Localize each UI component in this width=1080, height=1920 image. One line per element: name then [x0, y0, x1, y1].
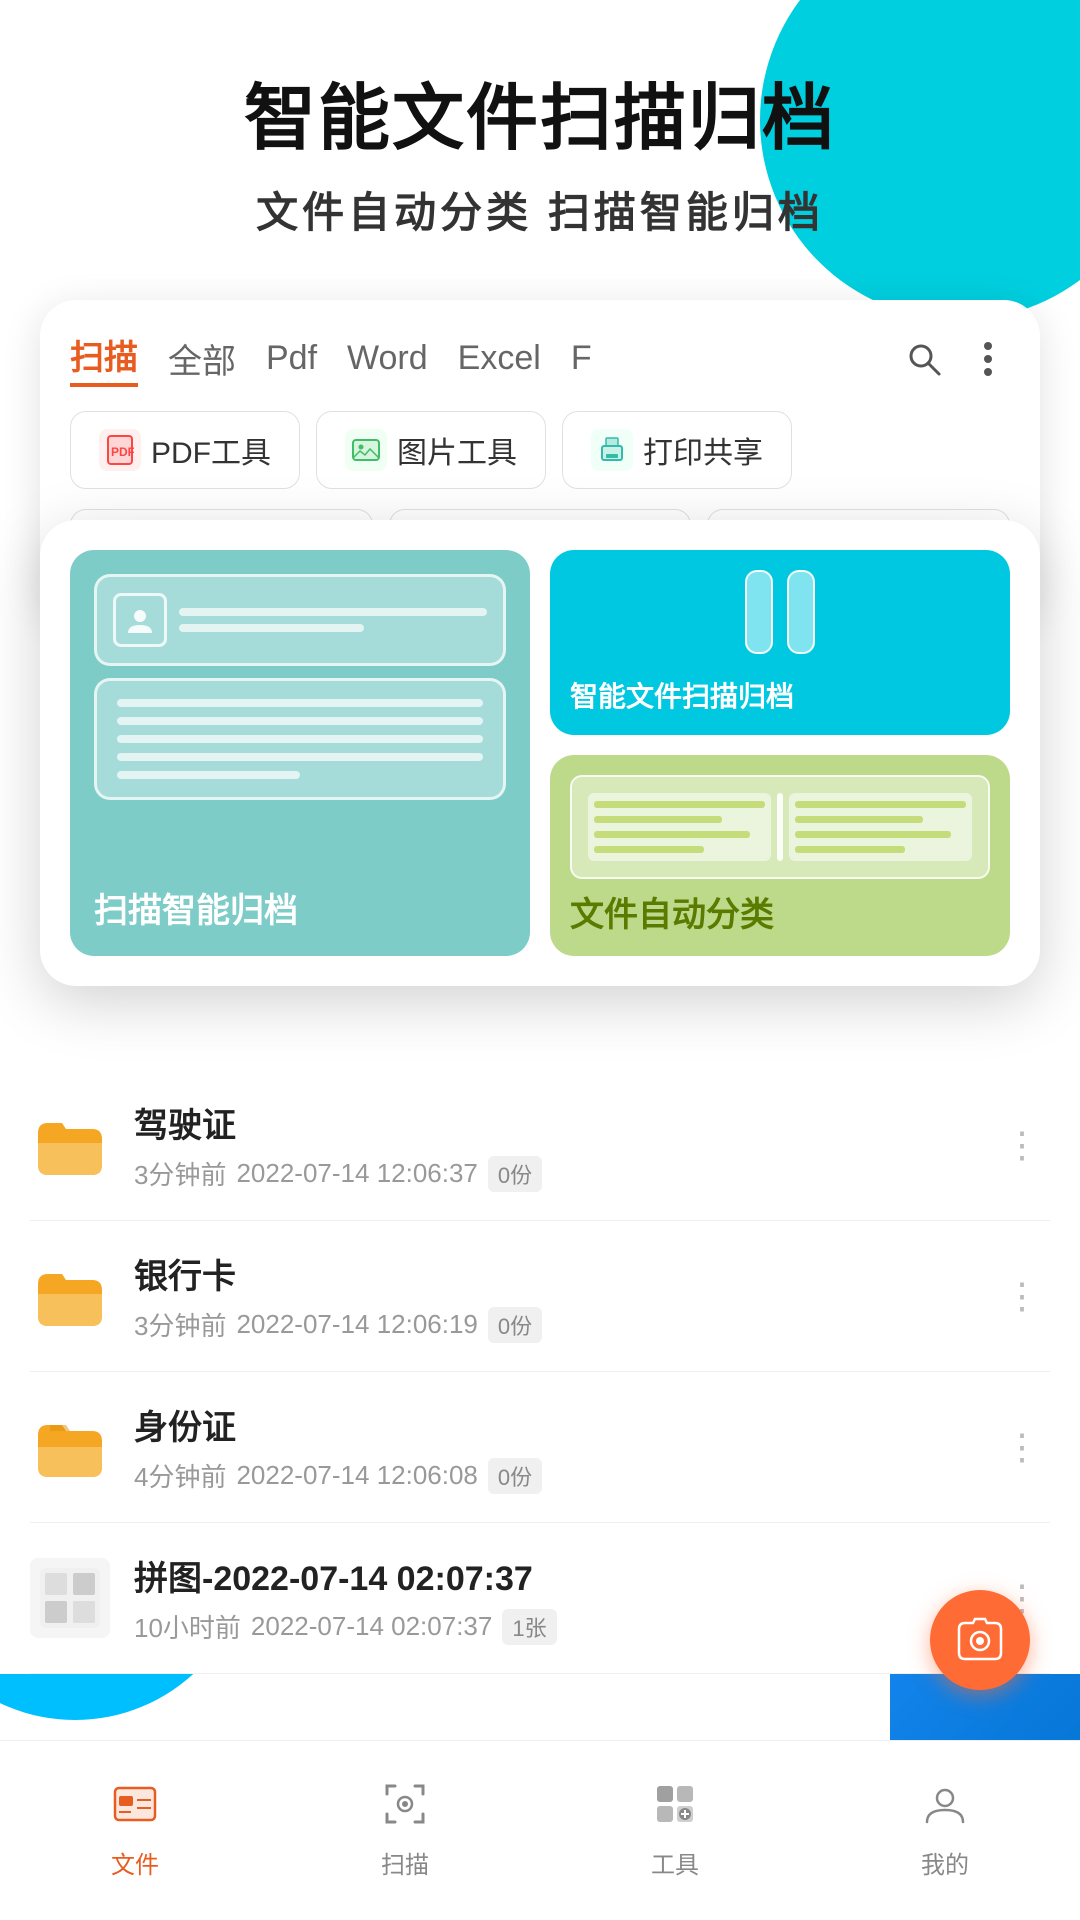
file-meta-2: 3分钟前 2022-07-14 12:06:19 0份	[134, 1306, 994, 1343]
book-page-right	[789, 793, 972, 861]
file-badge-1: 0份	[488, 1156, 542, 1192]
tabs-row: 扫描 全部 Pdf Word Excel F	[70, 330, 1010, 387]
doc-small-right	[787, 570, 815, 654]
file-time-2: 3分钟前	[134, 1306, 226, 1343]
nav-tools-label: 工具	[651, 1845, 699, 1880]
tab-f[interactable]: F	[571, 339, 592, 378]
file-list: 驾驶证 3分钟前 2022-07-14 12:06:37 0份 ⋮ 银行卡 3分…	[0, 1070, 1080, 1674]
nav-tools[interactable]: 工具	[540, 1741, 810, 1920]
file-name-1: 驾驶证	[134, 1098, 994, 1147]
profile-nav-icon	[923, 1782, 967, 1837]
file-date-3: 2022-07-14 12:06:08	[236, 1460, 477, 1491]
auto-sort-label: 文件自动分类	[570, 887, 774, 936]
scan-archive-card[interactable]: 扫描智能归档	[70, 550, 530, 956]
scan-nav-icon	[383, 1782, 427, 1837]
image-tool-btn[interactable]: 图片工具	[316, 411, 546, 489]
scan-archive-label: 扫描智能归档	[94, 883, 298, 932]
image-icon	[345, 429, 387, 471]
file-date-2: 2022-07-14 12:06:19	[236, 1309, 477, 1340]
pdf-tool-label: PDF工具	[151, 428, 271, 472]
file-item-yinhangka[interactable]: 银行卡 3分钟前 2022-07-14 12:06:19 0份 ⋮	[30, 1221, 1050, 1372]
tools-row: PDF PDF工具 图片工具	[70, 411, 1010, 489]
file-time-1: 3分钟前	[134, 1155, 226, 1192]
file-meta-3: 4分钟前 2022-07-14 12:06:08 0份	[134, 1457, 994, 1494]
folder-icon-1	[30, 1105, 110, 1185]
feature-right-col: 智能文件扫描归档	[550, 550, 1010, 956]
svg-text:PDF: PDF	[111, 445, 134, 459]
book-illustration	[570, 775, 990, 879]
file-thumb-4	[30, 1558, 110, 1638]
nav-scan-label: 扫描	[381, 1845, 429, 1880]
file-item-pintu[interactable]: 拼图-2022-07-14 02:07:37 10小时前 2022-07-14 …	[30, 1523, 1050, 1674]
file-time-3: 4分钟前	[134, 1457, 226, 1494]
intelligent-scan-card[interactable]: 智能文件扫描归档	[550, 550, 1010, 735]
intelligent-scan-label: 智能文件扫描归档	[570, 675, 794, 715]
card-lines	[179, 608, 487, 632]
auto-sort-card[interactable]: 文件自动分类	[550, 755, 1010, 956]
file-badge-4: 1张	[502, 1609, 556, 1645]
pdf-icon: PDF	[99, 429, 141, 471]
file-info-1: 驾驶证 3分钟前 2022-07-14 12:06:37 0份	[134, 1098, 994, 1192]
print-tool-label: 打印共享	[643, 428, 763, 472]
nav-files-label: 文件	[111, 1845, 159, 1880]
file-info-4: 拼图-2022-07-14 02:07:37 10小时前 2022-07-14 …	[134, 1551, 994, 1645]
avatar-icon	[113, 593, 167, 647]
nav-profile[interactable]: 我的	[810, 1741, 1080, 1920]
feature-grid: 扫描智能归档	[70, 550, 1010, 956]
more-btn-3[interactable]: ⋮	[994, 1416, 1050, 1478]
file-time-4: 10小时前	[134, 1608, 241, 1645]
tab-word[interactable]: Word	[347, 339, 428, 378]
print-icon	[591, 429, 633, 471]
file-info-2: 银行卡 3分钟前 2022-07-14 12:06:19 0份	[134, 1249, 994, 1343]
file-info-3: 身份证 4分钟前 2022-07-14 12:06:08 0份	[134, 1400, 994, 1494]
files-nav-icon	[113, 1782, 157, 1837]
doc-small-left	[745, 570, 773, 654]
tab-excel[interactable]: Excel	[458, 339, 541, 378]
file-item-shenfenzheng[interactable]: 身份证 4分钟前 2022-07-14 12:06:08 0份 ⋮	[30, 1372, 1050, 1523]
doc-illustration	[94, 678, 506, 800]
more-btn-2[interactable]: ⋮	[994, 1265, 1050, 1327]
page-subtitle: 文件自动分类 扫描智能归档	[60, 179, 1020, 240]
file-date-1: 2022-07-14 12:06:37	[236, 1158, 477, 1189]
file-meta-1: 3分钟前 2022-07-14 12:06:37 0份	[134, 1155, 994, 1192]
file-badge-2: 0份	[488, 1307, 542, 1343]
file-date-4: 2022-07-14 02:07:37	[251, 1611, 492, 1642]
nav-scan[interactable]: 扫描	[270, 1741, 540, 1920]
tab-all[interactable]: 全部	[168, 334, 236, 383]
book-page-left	[588, 793, 771, 861]
tools-nav-icon	[653, 1782, 697, 1837]
file-meta-4: 10小时前 2022-07-14 02:07:37 1张	[134, 1608, 994, 1645]
file-name-4: 拼图-2022-07-14 02:07:37	[134, 1551, 994, 1600]
nav-files[interactable]: 文件	[0, 1741, 270, 1920]
folder-icon-2	[30, 1256, 110, 1336]
file-item-jiashipizheng[interactable]: 驾驶证 3分钟前 2022-07-14 12:06:37 0份 ⋮	[30, 1070, 1050, 1221]
file-badge-3: 0份	[488, 1458, 542, 1494]
tab-scan[interactable]: 扫描	[70, 330, 138, 387]
print-tool-btn[interactable]: 打印共享	[562, 411, 792, 489]
pdf-tool-btn[interactable]: PDF PDF工具	[70, 411, 300, 489]
search-icon[interactable]	[902, 337, 946, 381]
file-name-3: 身份证	[134, 1400, 994, 1449]
bottom-nav: 文件 扫描 工具	[0, 1740, 1080, 1920]
tabs-icons	[902, 337, 1010, 381]
nav-profile-label: 我的	[921, 1845, 969, 1880]
header: 智能文件扫描归档 文件自动分类 扫描智能归档	[0, 0, 1080, 280]
feature-overlay: 扫描智能归档	[40, 520, 1040, 986]
tab-pdf[interactable]: Pdf	[266, 339, 317, 378]
docs-pair-illustration	[745, 570, 815, 654]
image-tool-label: 图片工具	[397, 428, 517, 472]
id-card-illustration	[94, 574, 506, 800]
more-icon[interactable]	[966, 337, 1010, 381]
page-title: 智能文件扫描归档	[60, 80, 1020, 159]
more-btn-1[interactable]: ⋮	[994, 1114, 1050, 1176]
folder-icon-3	[30, 1407, 110, 1487]
camera-fab[interactable]	[930, 1590, 1030, 1690]
book-spine	[777, 793, 783, 861]
file-name-2: 银行卡	[134, 1249, 994, 1298]
